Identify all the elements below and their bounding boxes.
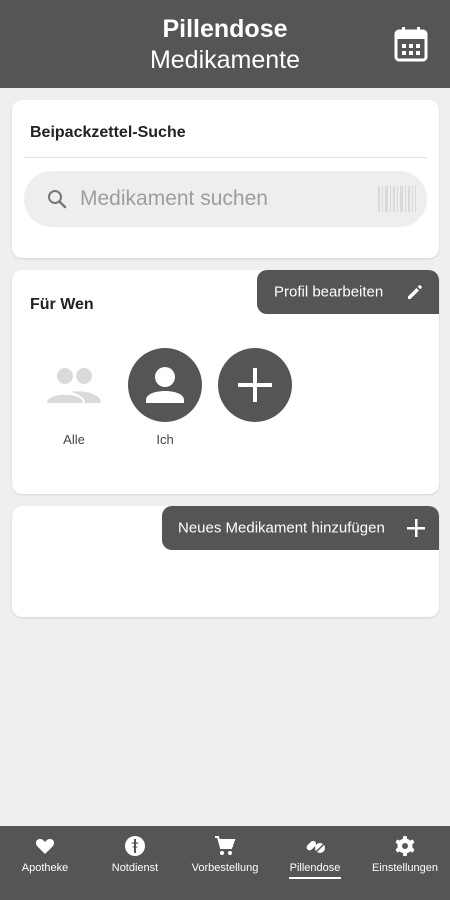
avatar [218, 348, 292, 422]
search-icon [48, 190, 67, 209]
for-whom-card: Profil bearbeiten Für Wen Alle Ich [12, 270, 439, 494]
plus-icon [407, 519, 425, 537]
group-icon [47, 368, 101, 403]
add-medication-label: Neues Medikament hinzufügen [178, 519, 385, 537]
profile-all[interactable]: Alle [37, 348, 111, 447]
emergency-icon [125, 836, 145, 856]
add-profile-button[interactable] [218, 348, 292, 422]
avatar [128, 348, 202, 422]
profile-me[interactable]: Ich [128, 348, 202, 447]
nav-label: Vorbestellung [191, 862, 259, 874]
medications-card: Neues Medikament hinzufügen [12, 506, 439, 617]
app-title: Pillendose [162, 15, 288, 43]
for-whom-title: Für Wen [30, 296, 94, 313]
nav-item-einstellungen[interactable]: Einstellungen [360, 826, 450, 900]
edit-profile-button[interactable]: Profil bearbeiten [257, 270, 439, 314]
divider [24, 157, 427, 158]
pencil-icon [408, 285, 422, 299]
bottom-navigation: Apotheke Notdienst Vorbestellung Pillend… [0, 826, 450, 900]
nav-item-apotheke[interactable]: Apotheke [0, 826, 90, 900]
search-input[interactable]: Medikament suchen [24, 171, 427, 227]
page-title: Medikamente [149, 46, 301, 74]
calendar-icon[interactable] [394, 26, 428, 62]
profile-label: Ich [156, 432, 174, 447]
search-placeholder: Medikament suchen [80, 187, 268, 210]
person-icon [146, 367, 184, 403]
heart-icon [35, 838, 55, 854]
pills-icon [306, 840, 325, 853]
profile-label: Alle [63, 432, 85, 447]
leaflet-search-card: Beipackzettel-Suche Medikament suchen [12, 100, 439, 258]
nav-label: Pillendose [289, 862, 341, 874]
app-header: Pillendose Medikamente [0, 0, 450, 88]
barcode-scan-icon[interactable] [377, 185, 417, 213]
active-indicator [289, 877, 341, 879]
cart-icon [215, 836, 236, 855]
nav-label: Einstellungen [371, 862, 439, 874]
add-medication-button[interactable]: Neues Medikament hinzufügen [162, 506, 439, 550]
nav-label: Notdienst [111, 862, 159, 874]
nav-item-pillendose[interactable]: Pillendose [270, 826, 360, 900]
leaflet-search-title: Beipackzettel-Suche [30, 124, 186, 141]
gear-icon [395, 836, 415, 856]
plus-icon [238, 368, 272, 402]
edit-profile-label: Profil bearbeiten [274, 283, 384, 301]
nav-item-vorbestellung[interactable]: Vorbestellung [180, 826, 270, 900]
nav-item-notdienst[interactable]: Notdienst [90, 826, 180, 900]
avatar [37, 348, 111, 422]
nav-label: Apotheke [21, 862, 69, 874]
